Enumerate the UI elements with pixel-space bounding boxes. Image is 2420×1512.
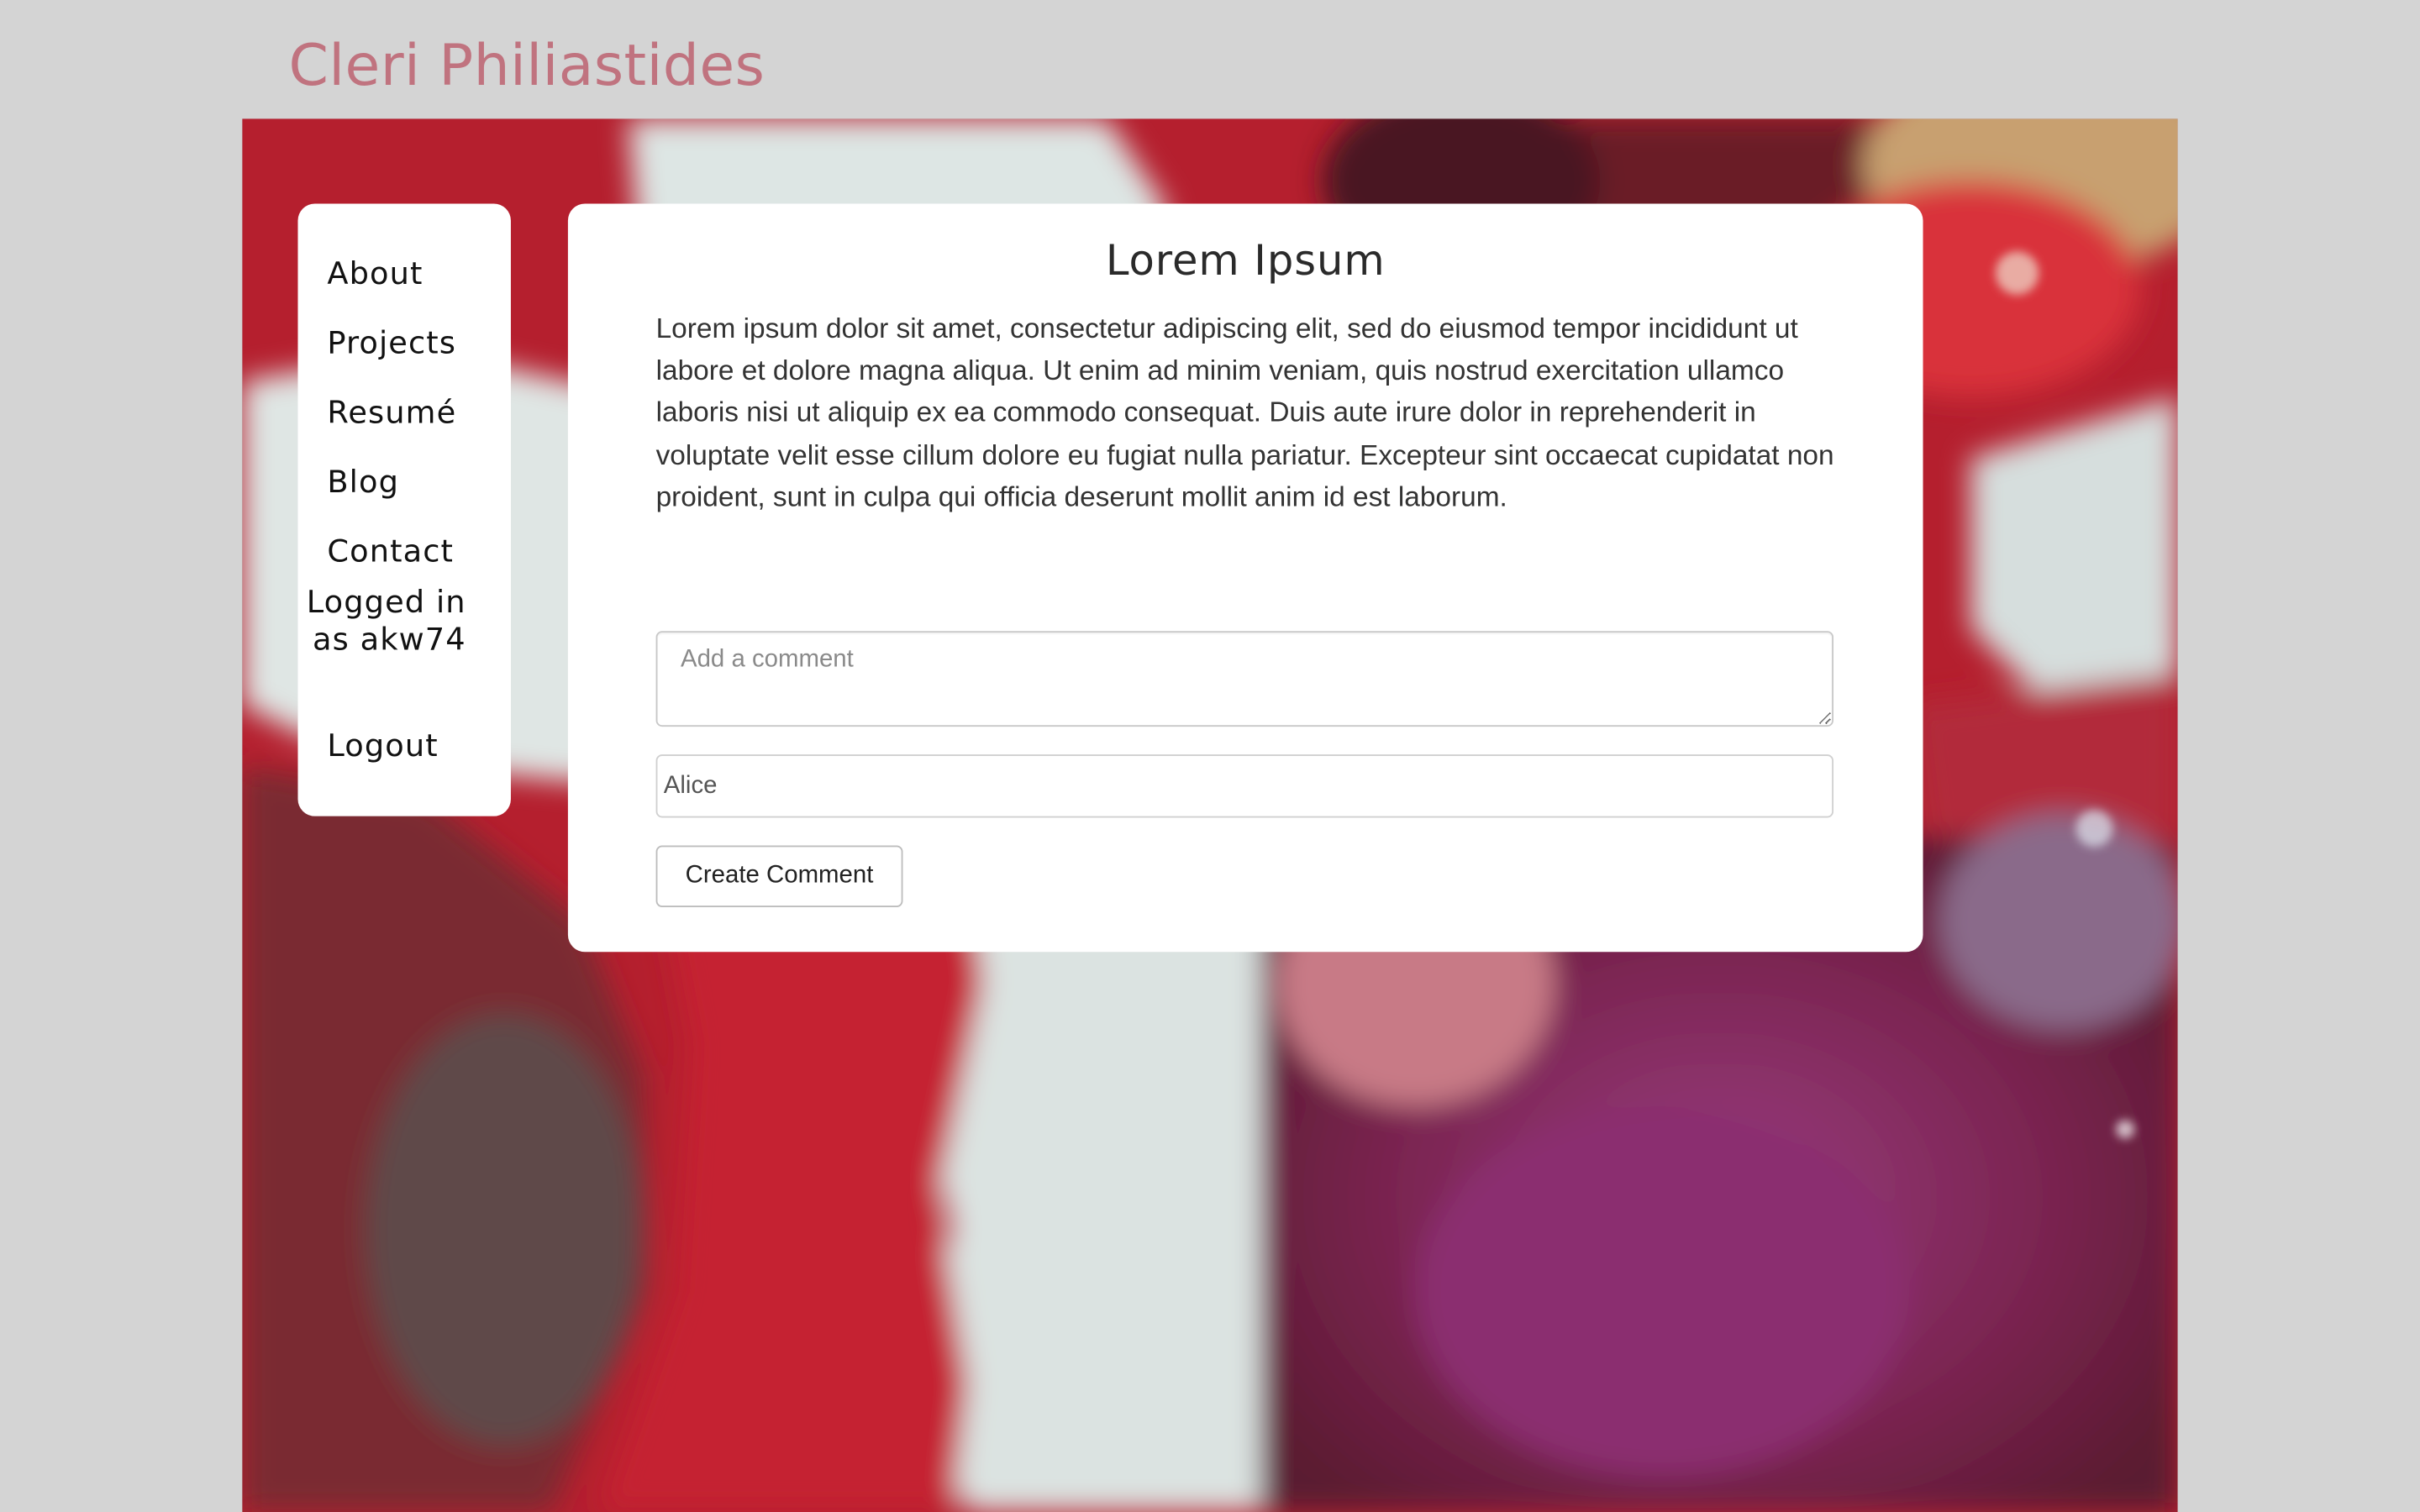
page: Cleri Philiastides About Projects Resumé… xyxy=(0,0,2420,1512)
post-body: Lorem ipsum dolor sit amet, consectetur … xyxy=(655,312,1834,512)
nav-link-contact[interactable]: Contact xyxy=(327,533,454,570)
nav-link-projects[interactable]: Projects xyxy=(327,324,456,361)
logged-in-status: Logged in as akw74 xyxy=(306,583,466,658)
nav-link-about[interactable]: About xyxy=(327,255,423,291)
logout-link[interactable]: Logout xyxy=(327,727,438,764)
post-title: Lorem Ipsum xyxy=(1105,237,1386,286)
comment-textarea[interactable] xyxy=(655,631,1833,727)
sidebar-nav: About Projects Resumé Blog Contact Logge… xyxy=(297,203,511,816)
create-comment-button[interactable]: Create Comment xyxy=(655,845,903,907)
site-title[interactable]: Cleri Philiastides xyxy=(288,28,765,105)
name-input[interactable] xyxy=(655,754,1833,818)
nav-link-blog[interactable]: Blog xyxy=(327,463,399,500)
nav-link-resume[interactable]: Resumé xyxy=(327,393,456,430)
